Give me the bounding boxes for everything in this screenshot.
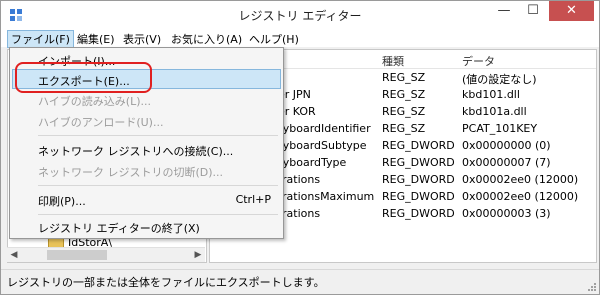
value-name: eyboardType [276,156,347,169]
menu-item-exit-label: レジストリ エディターの終了(X) [38,222,200,235]
menu-item-unload-hive: ハイブのアンロード(U)... [12,111,281,131]
value-data: PCAT_101KEY [462,122,538,135]
menu-file[interactable]: ファイル(F) [7,30,74,48]
resize-grip-icon[interactable] [587,282,597,292]
menu-bar: ファイル(F) 編集(E) 表示(V) お気に入り(A) ヘルプ(H) [1,28,599,48]
status-text: レジストリの一部または全体をファイルにエクスポートします。 [7,276,325,289]
value-type: REG_SZ [382,105,426,118]
status-bar: レジストリの一部または全体をファイルにエクスポートします。 [1,269,599,294]
value-data: 0x00000003 (3) [462,207,551,220]
scroll-thumb[interactable] [47,250,107,260]
menu-separator [38,135,278,136]
maximize-button[interactable]: ☐ [520,1,546,21]
red-highlight-annotation [15,62,152,93]
menu-item-connect-network-label: ネットワーク レジストリへの接続(C)... [38,145,234,158]
value-name: rations [282,207,321,220]
menu-edit[interactable]: 編集(E) [73,30,119,48]
title-bar: レジストリ エディター — ☐ ✕ [1,1,599,28]
value-type: REG_DWORD [382,156,455,169]
value-type: REG_DWORD [382,207,455,220]
menu-item-load-hive: ハイブの読み込み(L)... [12,90,281,110]
column-header-data[interactable]: データ [462,53,495,69]
value-type: REG_DWORD [382,190,455,203]
registry-editor-window: レジストリ エディター — ☐ ✕ ファイル(F) 編集(E) 表示(V) お気… [0,0,600,295]
value-name: rations [282,173,321,186]
value-data: 0x00002ee0 (12000) [462,173,579,186]
value-data: kbd101a.dll [462,105,527,118]
close-button[interactable]: ✕ [549,1,594,21]
value-type: REG_SZ [382,71,426,84]
value-data: kbd101.dll [462,88,520,101]
menu-help[interactable]: ヘルプ(H) [245,30,303,48]
value-type: REG_DWORD [382,173,455,186]
value-data: 0x00000000 (0) [462,139,551,152]
value-data: 0x00000007 (7) [462,156,551,169]
menu-item-print[interactable]: 印刷(P)... Ctrl+P [12,190,281,210]
value-type: REG_DWORD [382,139,455,152]
value-name: eyboardIdentifier [276,122,371,135]
menu-item-print-label: 印刷(P)... [38,195,86,208]
value-name: eyboardSubtype [276,139,367,152]
menu-item-unload-hive-label: ハイブのアンロード(U)... [38,116,164,129]
menu-item-connect-network[interactable]: ネットワーク レジストリへの接続(C)... [12,140,281,160]
menu-item-disconnect-network: ネットワーク レジストリの切断(D)... [12,161,281,181]
menu-separator [38,185,278,186]
menu-favorites[interactable]: お気に入り(A) [167,30,246,48]
menu-item-exit[interactable]: レジストリ エディターの終了(X) [12,217,281,237]
value-name: rationsMaximum [282,190,375,203]
tree-horizontal-scrollbar[interactable]: ◀ ▶ [7,247,205,262]
scroll-left-arrow-icon[interactable]: ◀ [7,248,21,262]
menu-view[interactable]: 表示(V) [119,30,165,48]
column-header-type[interactable]: 種類 [382,53,404,69]
menu-item-load-hive-label: ハイブの読み込み(L)... [38,95,151,108]
menu-separator [38,214,278,215]
value-type: REG_SZ [382,88,426,101]
value-data: (値の設定なし) [462,73,537,86]
value-type: REG_SZ [382,122,426,135]
scroll-right-arrow-icon[interactable]: ▶ [191,248,205,262]
print-shortcut: Ctrl+P [235,193,271,206]
minimize-button[interactable]: — [491,1,517,21]
value-data: 0x00002ee0 (12000) [462,190,579,203]
menu-item-disconnect-network-label: ネットワーク レジストリの切断(D)... [38,166,224,179]
